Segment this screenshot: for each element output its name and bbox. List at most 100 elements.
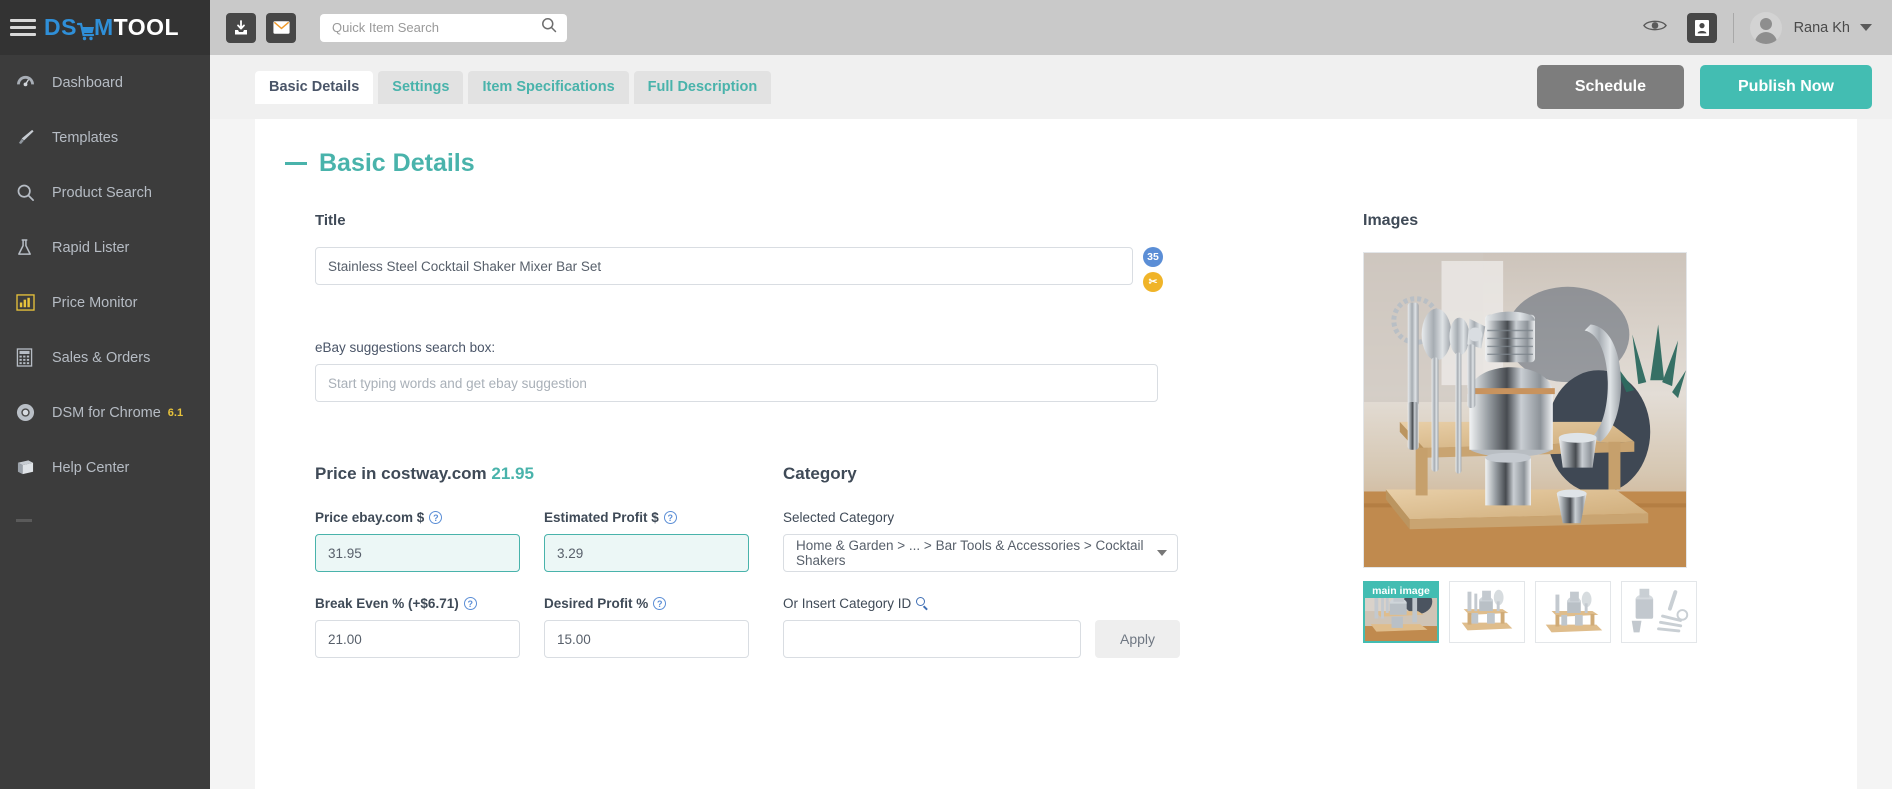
import-button[interactable] xyxy=(226,12,256,43)
sidebar-label-dsm-for-chrome: DSM for Chrome xyxy=(52,404,161,421)
sidebar-item-dsm-for-chrome[interactable]: DSM for Chrome 6.1 xyxy=(0,385,210,440)
category-id-input[interactable] xyxy=(783,620,1081,658)
title-char-count-badge[interactable]: 35 xyxy=(1143,247,1163,267)
tab-item-specifications[interactable]: Item Specifications xyxy=(468,70,629,104)
tabbar-actions: Schedule Publish Now xyxy=(1536,65,1872,109)
search-icon[interactable] xyxy=(916,597,929,611)
tabbar: Basic Details Settings Item Specificatio… xyxy=(210,55,1892,119)
sidebar-header: DS M TOOL xyxy=(0,0,210,55)
sidebar-item-price-monitor[interactable]: Price Monitor xyxy=(0,275,210,330)
sidebar-item-sales-orders[interactable]: Sales & Orders xyxy=(0,330,210,385)
topbar-divider xyxy=(1732,12,1734,43)
thumbnail-cocktail-set-lifestyle[interactable]: main image xyxy=(1363,581,1439,643)
section-header: Basic Details xyxy=(285,149,1819,178)
thumbnail-cocktail-set-white-1[interactable] xyxy=(1449,581,1525,643)
help-icon[interactable]: ? xyxy=(663,511,677,524)
title-row: 35 ✂ xyxy=(315,247,1300,292)
estimated-profit-label: Estimated Profit $ ? xyxy=(544,510,749,525)
topbar-right-group: Rana Kh xyxy=(1642,11,1872,44)
contact-card-button[interactable] xyxy=(1686,12,1717,43)
envelope-icon xyxy=(272,21,290,34)
help-icon[interactable]: ? xyxy=(429,511,443,524)
sidebar-label-help-center: Help Center xyxy=(52,459,130,476)
sidebar-item-help-center[interactable]: Help Center xyxy=(0,440,210,495)
category-heading: Category xyxy=(783,464,857,483)
desired-profit-field: Desired Profit % ? xyxy=(544,596,749,658)
messages-button[interactable] xyxy=(266,12,296,43)
page-title: Basic Details xyxy=(319,149,475,177)
chevron-down-icon[interactable] xyxy=(1860,24,1872,31)
sidebar-item-product-search[interactable]: Product Search xyxy=(0,165,210,220)
cocktail-tools-flatlay-thumb xyxy=(1622,582,1696,642)
cocktail-set-lifestyle-image xyxy=(1364,253,1686,567)
help-icon[interactable]: ? xyxy=(653,597,667,610)
ebay-suggestions-label: eBay suggestions search box: xyxy=(315,340,496,355)
sidebar-item-templates[interactable]: Templates xyxy=(0,110,210,165)
thumbnail-cocktail-tools-flatlay[interactable] xyxy=(1621,581,1697,643)
cocktail-set-white-1-thumb xyxy=(1450,582,1524,642)
sidebar-label-product-search: Product Search xyxy=(52,184,152,201)
desired-profit-input[interactable] xyxy=(544,620,749,658)
desired-profit-label-text: Desired Profit % xyxy=(544,596,649,611)
estimated-profit-label-text: Estimated Profit $ xyxy=(544,510,659,525)
price-ebay-input[interactable] xyxy=(315,534,520,572)
tab-settings[interactable]: Settings xyxy=(378,70,464,104)
tab-full-description[interactable]: Full Description xyxy=(633,70,772,104)
logo-text-m: M xyxy=(93,14,114,40)
eye-icon[interactable] xyxy=(1642,18,1667,38)
main-image-tag: main image xyxy=(1365,583,1437,598)
price-source-prefix: Price in costway.com xyxy=(315,464,487,483)
title-trim-scissors-badge[interactable]: ✂ xyxy=(1143,272,1163,292)
logo-text-ds: DS xyxy=(44,14,77,40)
bar-chart-icon xyxy=(16,293,42,313)
title-field-label: Title xyxy=(315,212,346,229)
price-ebay-field: Price ebay.com $ ? xyxy=(315,510,520,572)
quick-item-search[interactable] xyxy=(320,13,567,42)
sidebar-label-price-monitor: Price Monitor xyxy=(52,294,138,311)
section-dash-icon xyxy=(285,162,307,165)
tab-basic-details[interactable]: Basic Details xyxy=(255,70,374,104)
image-thumbnails: main image xyxy=(1363,581,1740,643)
price-ebay-label-text: Price ebay.com $ xyxy=(315,510,425,525)
download-inbox-icon xyxy=(235,19,247,34)
selected-category-select[interactable]: Home & Garden > ... > Bar Tools & Access… xyxy=(783,534,1178,572)
basic-details-panel: Basic Details Title 35 ✂ eBay suggestion… xyxy=(255,119,1857,789)
sidebar: DS M TOOL Dashboard Templates Product Se… xyxy=(0,0,210,789)
title-input[interactable] xyxy=(315,247,1133,285)
estimated-profit-input[interactable] xyxy=(544,534,749,572)
sidebar-item-rapid-lister[interactable]: Rapid Lister xyxy=(0,220,210,275)
insert-category-id-row: Apply xyxy=(783,620,1221,658)
search-input[interactable] xyxy=(330,19,541,36)
address-card-icon xyxy=(1694,19,1709,36)
main-product-image[interactable] xyxy=(1363,252,1687,568)
images-column: Images main image xyxy=(1300,212,1740,658)
hamburger-menu-icon[interactable] xyxy=(10,17,36,39)
chevron-down-icon[interactable] xyxy=(1157,550,1167,556)
images-heading: Images xyxy=(1363,212,1419,229)
book-icon xyxy=(16,458,42,478)
help-icon[interactable]: ? xyxy=(463,597,477,610)
search-icon[interactable] xyxy=(541,17,557,38)
schedule-button[interactable]: Schedule xyxy=(1536,65,1684,109)
sidebar-item-dashboard[interactable]: Dashboard xyxy=(0,55,210,110)
title-badges: 35 ✂ xyxy=(1143,247,1163,292)
price-group: Price in costway.com 21.95 Price ebay.co… xyxy=(315,464,761,658)
avatar[interactable] xyxy=(1749,11,1782,44)
ebay-suggestions-input[interactable] xyxy=(315,364,1158,402)
break-even-label: Break Even % (+$6.71) ? xyxy=(315,596,520,611)
break-even-label-text: Break Even % (+$6.71) xyxy=(315,596,459,611)
category-group: Category Selected Category Home & Garden… xyxy=(761,464,1221,658)
desired-profit-label: Desired Profit % ? xyxy=(544,596,749,611)
thumbnail-cocktail-set-white-2[interactable] xyxy=(1535,581,1611,643)
break-even-input[interactable] xyxy=(315,620,520,658)
publish-now-button[interactable]: Publish Now xyxy=(1700,65,1872,109)
topbar: Rana Kh xyxy=(210,0,1892,55)
username-label: Rana Kh xyxy=(1793,19,1850,36)
sidebar-label-templates: Templates xyxy=(52,129,119,146)
apply-button[interactable]: Apply xyxy=(1095,620,1180,658)
sidebar-label-sales-orders: Sales & Orders xyxy=(52,349,151,366)
sidebar-badge-chrome-version: 6.1 xyxy=(167,406,184,419)
dsmtool-logo[interactable]: DS M TOOL xyxy=(44,14,179,41)
break-even-field: Break Even % (+$6.71) ? xyxy=(315,596,520,658)
dashboard-icon xyxy=(16,73,42,93)
